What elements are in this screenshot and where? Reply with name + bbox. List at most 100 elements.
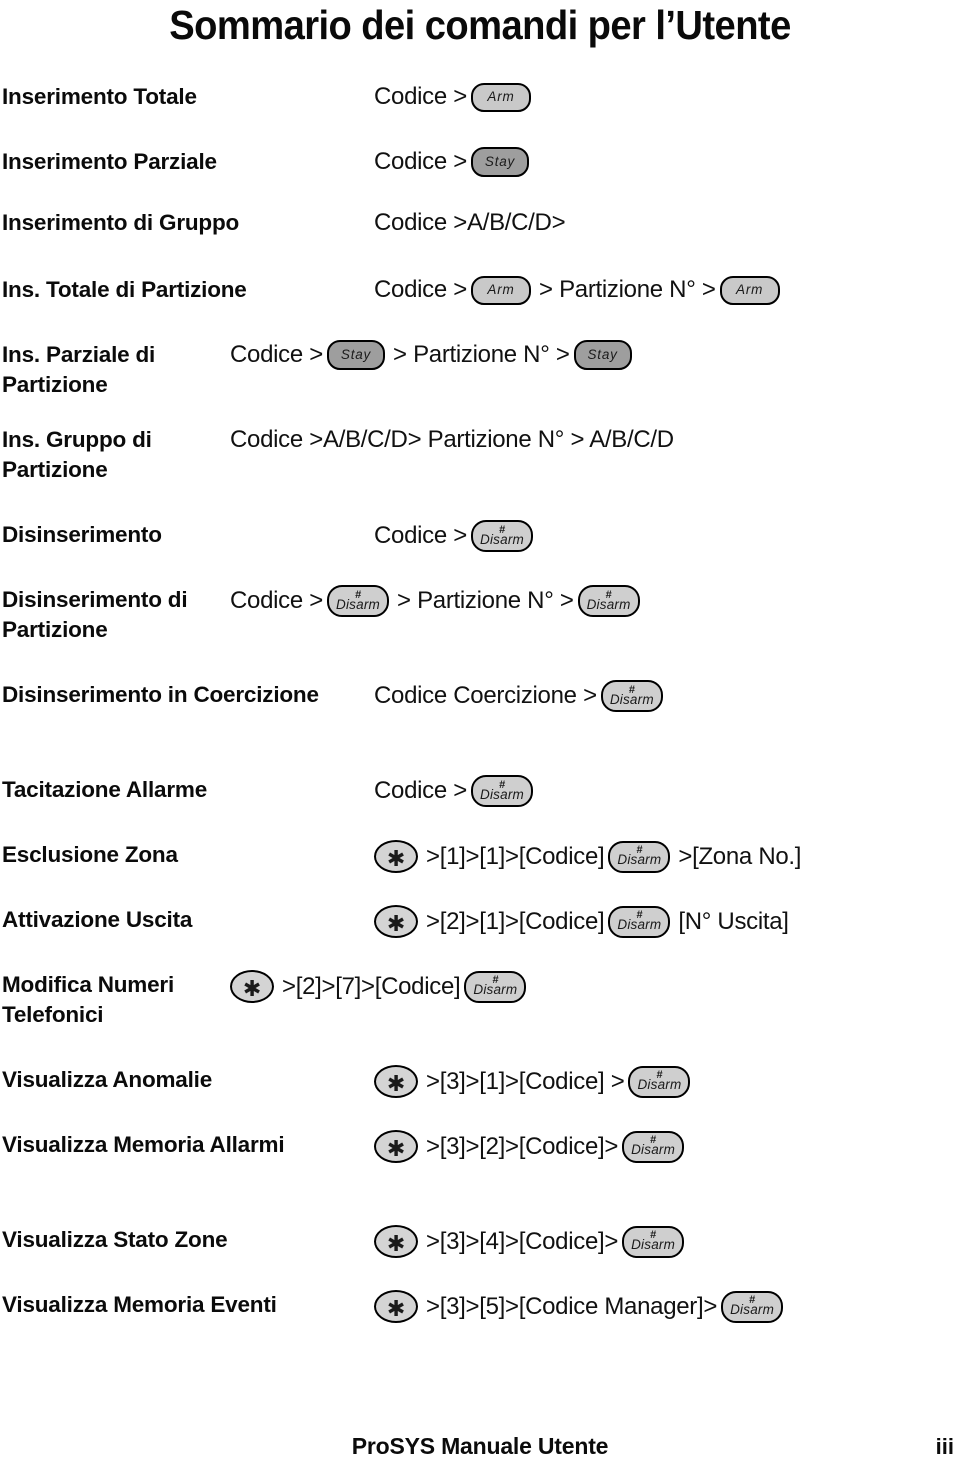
disarm-key-icon[interactable]: # Disarm	[608, 840, 671, 873]
asterisk-glyph: ✱	[386, 846, 406, 871]
command-sequence: ✱ >[2]>[7]>[Codice] # Disarm	[230, 970, 960, 1003]
command-label: Inserimento Parziale	[2, 149, 217, 174]
disarm-key-label: Disarm	[473, 982, 518, 997]
sequence-text: >[1]>[1]>[Codice]	[426, 842, 605, 870]
command-row: Ins. Parziale di Partizione Codice > Stay >…	[0, 340, 960, 400]
command-row: Visualizza Memoria Eventi ✱ >[3]>[5]>[Codi…	[0, 1290, 960, 1323]
disarm-key-icon[interactable]: # Disarm	[628, 1065, 691, 1098]
command-row: Inserimento Totale Codice > Arm	[0, 82, 960, 112]
command-row: Visualizza Anomalie ✱ >[3]>[1]>[Codice] > #…	[0, 1065, 960, 1098]
stay-key-icon[interactable]: Stay	[327, 340, 385, 370]
disarm-key-label: Disarm	[617, 917, 662, 932]
sequence-text: Codice >	[374, 83, 467, 110]
sequence-text: Codice >	[374, 276, 467, 303]
arm-key-icon[interactable]: Arm	[719, 275, 780, 305]
command-row: Disinserimento di Partizione Codice > # Dis…	[0, 585, 960, 645]
command-row: Disinserimento in Coercizione Codice Coer…	[0, 680, 960, 712]
disarm-key-icon[interactable]: # Disarm	[327, 585, 389, 617]
sequence-text: > Partizione N° >	[393, 341, 570, 368]
disarm-key-icon[interactable]: # Disarm	[471, 775, 533, 807]
arm-key-label: Arm	[487, 89, 515, 104]
sequence-text: Codice >A/B/C/D> Partizione N° > A/B/C/D	[230, 426, 674, 453]
command-row: Visualizza Memoria Allarmi ✱ >[3]>[2]>[Cod…	[0, 1130, 960, 1163]
command-row: Ins. Totale di Partizione Codice > Arm > Pa…	[0, 275, 960, 305]
asterisk-glyph: ✱	[386, 911, 406, 936]
stay-key-label: Stay	[340, 347, 372, 362]
command-sequence: ✱ >[3]>[4]>[Codice]> # Disarm	[374, 1225, 960, 1258]
disarm-key-icon[interactable]: # Disarm	[608, 905, 671, 938]
arm-key-icon[interactable]: Arm	[471, 275, 531, 305]
command-sequence: Codice >A/B/C/D>	[374, 208, 960, 238]
sequence-text: >[3]>[5]>[Codice Manager]>	[426, 1292, 718, 1320]
command-sequence: ✱ >[2]>[1]>[Codice] # Disarm [N° Uscita]	[374, 905, 960, 938]
sequence-text: Codice >	[374, 777, 467, 804]
command-label: Disinserimento di Partizione	[2, 587, 188, 642]
command-sequence: Codice > Stay	[374, 147, 960, 177]
command-sequence: ✱ >[3]>[1]>[Codice] > # Disarm	[374, 1065, 960, 1098]
disarm-key-label: Disarm	[586, 596, 631, 612]
sequence-text: >[3]>[2]>[Codice]>	[426, 1132, 619, 1160]
page-title: Sommario dei comandi per l’Utente	[169, 2, 791, 48]
command-row: Inserimento Parziale Codice > Stay	[0, 147, 960, 177]
sequence-text: Codice >	[230, 587, 323, 614]
disarm-key-label: Disarm	[480, 786, 524, 802]
disarm-key-icon[interactable]: # Disarm	[577, 585, 640, 617]
sequence-text: [N° Uscita]	[678, 907, 789, 935]
star-key-icon[interactable]: ✱	[374, 1225, 418, 1258]
asterisk-glyph: ✱	[386, 1231, 406, 1256]
stay-key-icon[interactable]: Stay	[471, 147, 529, 177]
star-key-icon[interactable]: ✱	[374, 840, 418, 873]
sequence-text: > Partizione N° >	[397, 587, 574, 614]
command-row: Modifica Numeri Telefonici ✱ >[2]>[7]>[Cod…	[0, 970, 960, 1030]
sequence-text: Codice Coercizione >	[374, 682, 597, 709]
star-key-icon[interactable]: ✱	[374, 905, 418, 938]
command-label: Ins. Totale di Partizione	[2, 277, 247, 302]
sequence-text: Codice >	[374, 148, 467, 175]
star-key-icon[interactable]: ✱	[230, 970, 274, 1003]
arm-key-label: Arm	[487, 282, 515, 297]
asterisk-glyph: ✱	[242, 976, 262, 1001]
disarm-key-icon[interactable]: # Disarm	[622, 1130, 685, 1163]
command-label: Visualizza Memoria Eventi	[2, 1292, 277, 1317]
sequence-text: >[Zona No.]	[678, 842, 802, 870]
command-sequence: Codice > Arm	[374, 82, 960, 112]
command-sequence: ✱ >[3]>[2]>[Codice]> # Disarm	[374, 1130, 960, 1163]
asterisk-glyph: ✱	[386, 1296, 406, 1321]
disarm-key-icon[interactable]: # Disarm	[622, 1225, 685, 1258]
disarm-key-label: Disarm	[637, 1077, 682, 1092]
disarm-key-icon[interactable]: # Disarm	[600, 680, 663, 712]
command-sequence: Codice > Stay > Partizione N° > Stay	[230, 340, 960, 370]
command-sequence: Codice > # Disarm	[374, 775, 960, 807]
star-key-icon[interactable]: ✱	[374, 1290, 418, 1323]
command-label: Attivazione Uscita	[2, 907, 193, 932]
command-row: Tacitazione Allarme Codice > # Disarm	[0, 775, 960, 807]
disarm-key-label: Disarm	[617, 852, 662, 867]
command-sequence: Codice > Arm > Partizione N° > Arm	[374, 275, 960, 305]
disarm-key-icon[interactable]: # Disarm	[464, 970, 527, 1003]
command-row: Visualizza Stato Zone ✱ >[3]>[4]>[Codice]>…	[0, 1225, 960, 1258]
command-label: Visualizza Stato Zone	[2, 1227, 228, 1252]
command-sequence: Codice > # Disarm > Partizione N° > # Disarm	[230, 585, 960, 617]
command-sequence: Codice > # Disarm	[374, 520, 960, 552]
arm-key-label: Arm	[736, 282, 764, 297]
sequence-text: Codice >A/B/C/D>	[374, 209, 566, 236]
command-sequence: ✱ >[3]>[5]>[Codice Manager]> # Disarm	[374, 1290, 960, 1323]
sequence-text: >[3]>[4]>[Codice]>	[426, 1227, 619, 1255]
command-row: Inserimento di Gruppo Codice >A/B/C/D>	[0, 208, 960, 238]
disarm-key-icon[interactable]: # Disarm	[471, 520, 533, 552]
arm-key-icon[interactable]: Arm	[471, 82, 531, 112]
disarm-key-label: Disarm	[609, 691, 654, 707]
stay-key-icon[interactable]: Stay	[573, 340, 632, 370]
document-page: Sommario dei comandi per l’Utente Inseri…	[0, 0, 960, 1475]
asterisk-glyph: ✱	[386, 1071, 406, 1096]
disarm-key-label: Disarm	[480, 531, 524, 547]
star-key-icon[interactable]: ✱	[374, 1130, 418, 1163]
sequence-text: >[3]>[1]>[Codice] >	[426, 1067, 625, 1095]
command-label: Ins. Parziale di Partizione	[2, 342, 156, 397]
star-key-icon[interactable]: ✱	[374, 1065, 418, 1098]
disarm-key-label: Disarm	[336, 596, 380, 612]
command-label: Ins. Gruppo di Partizione	[2, 427, 152, 482]
disarm-key-icon[interactable]: # Disarm	[721, 1290, 784, 1323]
footer-page-number: iii	[935, 1434, 954, 1459]
command-row: Esclusione Zona ✱ >[1]>[1]>[Codice] # Disarm…	[0, 840, 960, 873]
